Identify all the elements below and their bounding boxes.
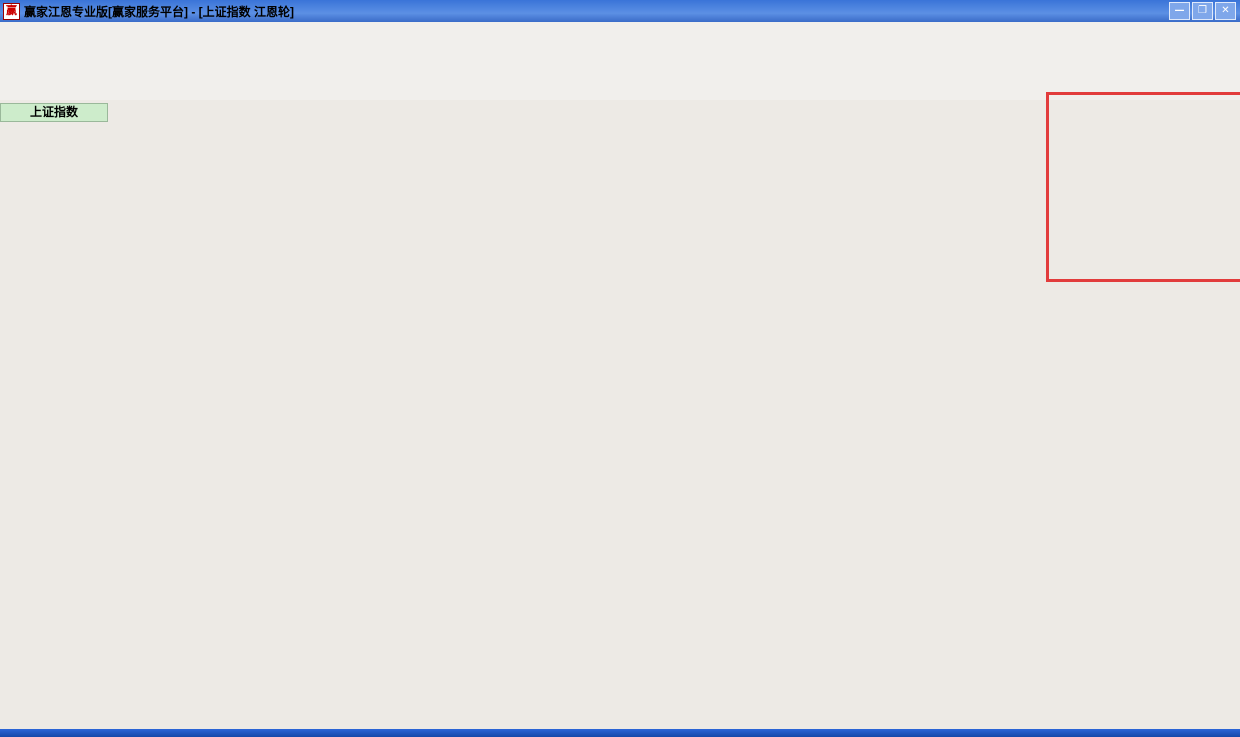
window-title: 赢家江恩专业版[赢家服务平台] - [上证指数 江恩轮] xyxy=(24,3,294,20)
chart-area: 上证指数 xyxy=(0,100,1240,730)
window-titlebar: 赢 赢家江恩专业版[赢家服务平台] - [上证指数 江恩轮] —❐✕ xyxy=(0,0,1240,22)
close-button[interactable]: ✕ xyxy=(1215,2,1236,20)
toolbar-main xyxy=(0,45,1240,77)
annotation-note-box xyxy=(1046,92,1240,282)
minimize-button[interactable]: — xyxy=(1169,2,1190,20)
maximize-button[interactable]: ❐ xyxy=(1192,2,1213,20)
menu-bar xyxy=(0,22,1240,46)
quote-info-panel: 上证指数 xyxy=(0,103,108,122)
app-logo-icon: 赢 xyxy=(3,3,20,20)
symbol-title: 上证指数 xyxy=(0,103,108,122)
window-controls: —❐✕ xyxy=(1169,2,1240,20)
taskbar-edge xyxy=(0,729,1240,737)
